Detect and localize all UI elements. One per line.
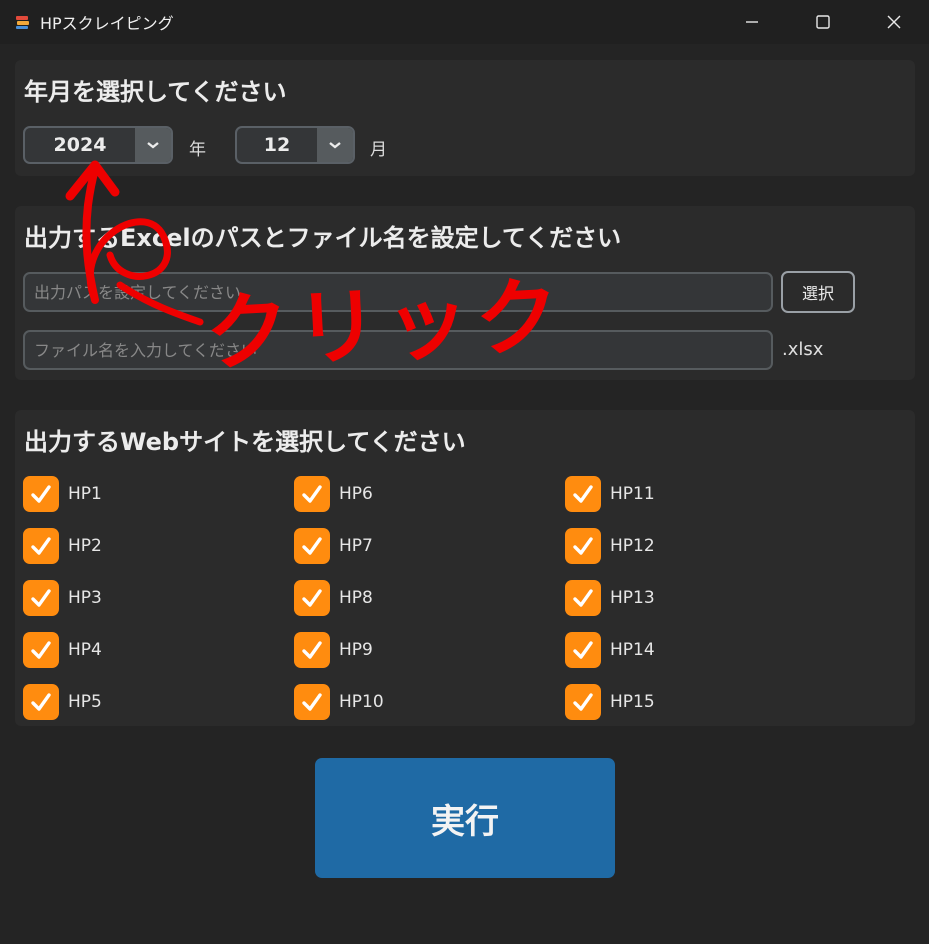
- site-label: HP7: [339, 536, 373, 556]
- site-label: HP15: [610, 692, 655, 712]
- site-checkbox-hp8[interactable]: HP8: [294, 580, 373, 616]
- site-checkbox-hp13[interactable]: HP13: [565, 580, 655, 616]
- checkmark-icon: [31, 641, 51, 659]
- sites-section-title: 出力するWebサイトを選択してください: [24, 428, 466, 456]
- site-checkbox-hp2[interactable]: HP2: [23, 528, 102, 564]
- checkmark-icon: [302, 641, 322, 659]
- checkmark-icon: [302, 485, 322, 503]
- checkmark-icon: [302, 537, 322, 555]
- year-dropdown-button[interactable]: [135, 128, 171, 162]
- output-path-input[interactable]: [23, 272, 773, 312]
- close-button[interactable]: [858, 0, 929, 44]
- site-checkbox-hp1[interactable]: HP1: [23, 476, 102, 512]
- site-label: HP6: [339, 484, 373, 504]
- site-checkbox-hp12[interactable]: HP12: [565, 528, 655, 564]
- checkmark-icon: [302, 589, 322, 607]
- month-unit-label: 月: [370, 140, 387, 160]
- year-value: 2024: [53, 134, 107, 156]
- checkbox-box[interactable]: [23, 684, 59, 720]
- checkbox-box[interactable]: [565, 580, 601, 616]
- year-combobox[interactable]: 2024: [23, 126, 173, 164]
- file-extension-label: .xlsx: [782, 339, 824, 360]
- site-label: HP14: [610, 640, 655, 660]
- checkbox-box[interactable]: [294, 632, 330, 668]
- checkbox-box[interactable]: [23, 580, 59, 616]
- site-label: HP2: [68, 536, 102, 556]
- checkbox-box[interactable]: [565, 528, 601, 564]
- site-label: HP13: [610, 588, 655, 608]
- checkmark-icon: [573, 693, 593, 711]
- checkbox-box[interactable]: [23, 528, 59, 564]
- output-section-title: 出力するExcelのパスとファイル名を設定してください: [24, 224, 622, 252]
- site-label: HP10: [339, 692, 384, 712]
- site-label: HP1: [68, 484, 102, 504]
- site-label: HP12: [610, 536, 655, 556]
- site-label: HP11: [610, 484, 655, 504]
- close-icon: [887, 15, 900, 29]
- maximize-icon: [815, 15, 830, 29]
- checkmark-icon: [573, 641, 593, 659]
- run-button[interactable]: 実行: [315, 758, 615, 878]
- site-label: HP4: [68, 640, 102, 660]
- checkbox-box[interactable]: [294, 580, 330, 616]
- output-panel: 出力するExcelのパスとファイル名を設定してください 選択 .xlsx: [15, 206, 915, 380]
- site-checkbox-hp9[interactable]: HP9: [294, 632, 373, 668]
- checkmark-icon: [31, 693, 51, 711]
- checkbox-box[interactable]: [294, 684, 330, 720]
- month-combobox[interactable]: 12: [235, 126, 355, 164]
- site-label: HP9: [339, 640, 373, 660]
- checkmark-icon: [573, 537, 593, 555]
- app-logo-icon: [14, 13, 32, 31]
- site-checkbox-hp11[interactable]: HP11: [565, 476, 655, 512]
- checkbox-box[interactable]: [294, 476, 330, 512]
- checkbox-box[interactable]: [23, 632, 59, 668]
- site-label: HP5: [68, 692, 102, 712]
- minimize-icon: [745, 21, 758, 23]
- site-checkbox-hp15[interactable]: HP15: [565, 684, 655, 720]
- checkmark-icon: [31, 537, 51, 555]
- site-checkbox-hp3[interactable]: HP3: [23, 580, 102, 616]
- month-dropdown-button[interactable]: [317, 128, 353, 162]
- checkmark-icon: [573, 589, 593, 607]
- filename-input[interactable]: [23, 330, 773, 370]
- site-checkbox-hp7[interactable]: HP7: [294, 528, 373, 564]
- checkmark-icon: [573, 485, 593, 503]
- site-label: HP3: [68, 588, 102, 608]
- checkbox-box[interactable]: [23, 476, 59, 512]
- site-checkbox-hp6[interactable]: HP6: [294, 476, 373, 512]
- window-title: HPスクレイピング: [40, 14, 174, 33]
- chevron-down-icon: [147, 142, 159, 149]
- checkbox-box[interactable]: [294, 528, 330, 564]
- minimize-button[interactable]: [716, 0, 787, 44]
- checkbox-box[interactable]: [565, 632, 601, 668]
- checkbox-box[interactable]: [565, 684, 601, 720]
- month-value: 12: [263, 134, 291, 156]
- site-checkbox-hp10[interactable]: HP10: [294, 684, 384, 720]
- sites-panel: 出力するWebサイトを選択してください HP1 HP2 HP3 HP4 HP5 HP6 HP…: [15, 410, 915, 726]
- date-panel: 年月を選択してください 2024 年 12 月: [15, 60, 915, 176]
- checkmark-icon: [31, 589, 51, 607]
- title-bar: HPスクレイピング: [0, 0, 929, 44]
- chevron-down-icon: [329, 142, 341, 149]
- select-path-button[interactable]: 選択: [781, 271, 855, 313]
- site-checkbox-hp5[interactable]: HP5: [23, 684, 102, 720]
- checkbox-box[interactable]: [565, 476, 601, 512]
- checkmark-icon: [31, 485, 51, 503]
- site-checkbox-hp4[interactable]: HP4: [23, 632, 102, 668]
- checkmark-icon: [302, 693, 322, 711]
- date-section-title: 年月を選択してください: [24, 78, 287, 106]
- year-unit-label: 年: [189, 140, 206, 160]
- site-label: HP8: [339, 588, 373, 608]
- maximize-button[interactable]: [787, 0, 858, 44]
- site-checkbox-hp14[interactable]: HP14: [565, 632, 655, 668]
